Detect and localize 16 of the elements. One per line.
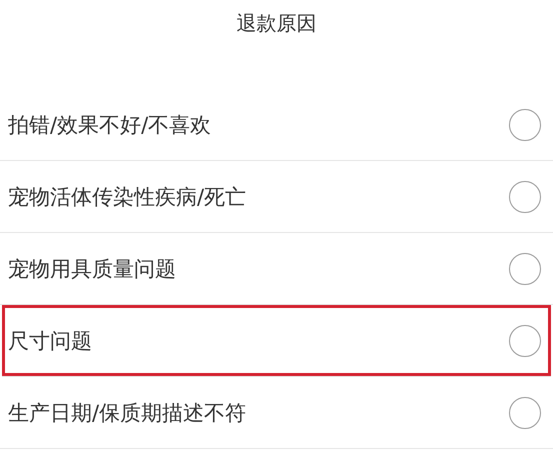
reason-option[interactable]: 宠物用具质量问题: [0, 233, 553, 305]
sheet-title: 退款原因: [236, 10, 316, 37]
radio-button[interactable]: [509, 108, 541, 140]
reason-option[interactable]: 拍错/效果不好/不喜欢: [0, 89, 553, 161]
reason-label: 宠物用具质量问题: [8, 256, 176, 282]
reason-option[interactable]: 宠物活体传染性疾病/死亡: [0, 161, 553, 233]
radio-button[interactable]: [509, 180, 541, 212]
radio-button[interactable]: [509, 324, 541, 356]
reason-option[interactable]: 生产日期/保质期描述不符: [0, 377, 553, 449]
reason-option[interactable]: 尺寸问题: [2, 305, 551, 377]
reason-label: 生产日期/保质期描述不符: [8, 400, 246, 426]
reason-label: 宠物活体传染性疾病/死亡: [8, 184, 246, 210]
reason-label: 尺寸问题: [8, 328, 92, 354]
reason-label: 拍错/效果不好/不喜欢: [8, 112, 212, 138]
radio-button[interactable]: [509, 252, 541, 284]
radio-button[interactable]: [509, 396, 541, 428]
